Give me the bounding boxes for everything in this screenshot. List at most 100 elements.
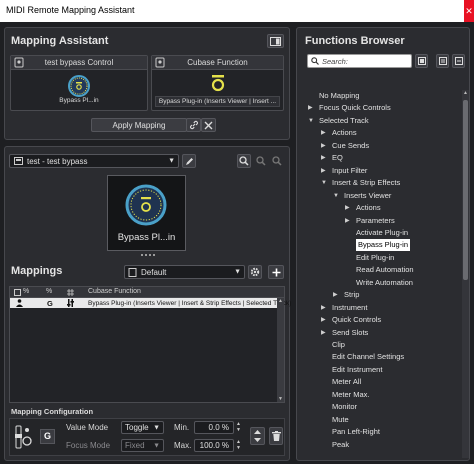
tree-item[interactable]: Meter Max. [332,389,370,401]
link-icon [189,120,198,130]
link-button[interactable] [186,118,201,132]
chevron-right-icon[interactable]: ▶ [321,140,326,152]
apply-mapping-button[interactable]: Apply Mapping [91,118,187,132]
search-options-button[interactable] [415,54,428,68]
tree-item-label: Input Filter [332,165,368,175]
tree-item[interactable]: Activate Plug-in [356,227,408,239]
tree-item-label: EQ [332,153,343,163]
tree-item[interactable]: ▶ Strip [333,289,359,301]
mapping-page-select[interactable]: Default ▼ [124,265,245,279]
tree-item[interactable]: ▼ Selected Track [308,115,369,127]
mode-badge: G [40,429,55,444]
tree-item[interactable]: Read Automation [356,264,414,276]
chevron-right-icon[interactable]: ▶ [333,289,338,301]
clear-mapping-button[interactable] [201,118,216,132]
page-settings-button[interactable] [248,265,262,279]
min-stepper[interactable]: ▲ ▼ [236,421,244,434]
value-mode-select[interactable]: Toggle ▼ [121,421,164,434]
close-icon [204,121,213,129]
min-value-field[interactable]: 0.0 % [194,421,234,434]
tree-item[interactable]: ▶ Focus Quick Controls [308,102,391,114]
tree-item[interactable]: Edit Channel Settings [332,351,404,363]
chevron-down-icon[interactable]: ▼ [333,190,339,202]
scroll-down-icon[interactable]: ▼ [278,396,283,402]
max-value-field[interactable]: 100.0 % [194,439,234,452]
tree-item[interactable]: ▼ Insert & Strip Effects [321,177,401,189]
tree-item-label: Cue Sends [332,140,370,150]
chevron-right-icon[interactable]: ▶ [321,127,326,139]
cubase-function-header: Cubase Function [152,56,283,70]
scroll-up-icon[interactable]: ▲ [463,90,468,96]
tree-item-label: Insert & Strip Effects [332,178,401,188]
chevron-down-icon[interactable]: ▼ [308,115,314,127]
swap-button[interactable] [250,427,265,445]
tree-item[interactable]: ▶ Input Filter [321,165,368,177]
close-button[interactable]: ✕ [464,0,474,22]
column-header-function[interactable]: Cubase Function [88,288,141,295]
tree-item[interactable]: ▶ Actions [345,202,381,214]
add-page-button[interactable] [268,265,284,279]
scrollbar-thumb[interactable] [463,100,468,280]
tree-item[interactable]: Pan Left-Right [332,426,380,438]
chevron-down-icon[interactable]: ▼ [321,177,327,189]
tree-item[interactable]: Mute [332,414,349,426]
expand-all-button[interactable] [436,54,449,68]
tree-item[interactable]: Write Automation [356,277,413,289]
tree-item-label: Edit Instrument [332,364,383,374]
tree-item[interactable]: ▶ EQ [321,152,343,164]
sort-icon[interactable] [67,289,74,296]
tree-item[interactable]: ▶ Instrument [321,302,367,314]
chevron-right-icon[interactable]: ▶ [321,302,326,314]
collapse-all-button[interactable] [452,54,465,68]
tree-item[interactable]: ▶ Cue Sends [321,140,370,152]
surface-knob-tile[interactable]: Bypass Pl...in [107,175,186,251]
control-card[interactable]: test bypass Control Bypass Pl...in [10,55,148,111]
scroll-up-icon[interactable]: ▲ [278,298,283,304]
control-column-icon [14,289,21,296]
tree-item[interactable]: ▶ Parameters [345,215,395,227]
cubase-function-card[interactable]: Cubase Function Bypass Plug-in (Inserts … [151,55,284,111]
chevron-right-icon[interactable]: ▶ [321,152,326,164]
tree-item[interactable]: Monitor [332,401,357,413]
delete-mapping-button[interactable] [269,427,283,445]
functions-scrollbar[interactable]: ▲ [462,90,469,458]
edit-device-button[interactable] [182,154,196,168]
tree-item[interactable]: ▶ Send Slots [321,327,368,339]
max-stepper[interactable]: ▲ ▼ [236,439,244,452]
chevron-right-icon[interactable]: ▶ [321,314,326,326]
tree-item[interactable]: Edit Plug-in [356,252,394,264]
tree-item[interactable]: ▶ Quick Controls [321,314,382,326]
tree-item-label: Clip [332,340,345,349]
chevron-right-icon[interactable]: ▶ [345,215,350,227]
tree-item-label: Actions [332,128,357,138]
function-search-input[interactable]: Search: [307,54,412,68]
tree-item[interactable]: Clip [332,339,345,351]
tree-item[interactable]: Meter All [332,376,361,388]
mapping-assistant-panel: Mapping Assistant test bypass Control By… [4,27,290,140]
zoom-out-button[interactable] [254,154,268,168]
tree-item[interactable]: Peak [332,439,349,451]
surface-knob-label: Bypass Pl...in [117,232,176,243]
tree-item-label: Quick Controls [332,315,382,325]
tree-item[interactable]: ▶ Actions [321,127,357,139]
mappings-scrollbar[interactable]: ▲ ▼ [277,298,284,402]
tree-item[interactable]: No Mapping [319,90,359,102]
chevron-right-icon[interactable]: ▶ [321,327,326,339]
tree-item[interactable]: Bypass Plug-in [356,239,411,252]
column-header-2[interactable]: % [46,288,52,295]
chevron-right-icon[interactable]: ▶ [345,202,350,214]
tree-item[interactable]: Edit Instrument [332,364,382,376]
panel-layout-button[interactable] [267,34,284,48]
zoom-reset-button[interactable] [270,154,284,168]
min-label: Min. [174,423,190,432]
column-header-1[interactable]: % [23,288,29,295]
table-row[interactable]: G Bypass Plug-in (Inserts Viewer | Inser… [10,298,291,308]
splitter-handle[interactable] [141,254,155,257]
device-select[interactable]: test - test bypass ▼ [9,154,179,168]
zoom-in-button[interactable] [237,154,251,168]
chevron-right-icon[interactable]: ▶ [308,102,313,114]
tree-item-label: Activate Plug-in [356,227,409,237]
max-label: Max. [174,441,192,450]
tree-item[interactable]: ▼ Inserts Viewer [333,190,391,202]
chevron-right-icon[interactable]: ▶ [321,165,326,177]
